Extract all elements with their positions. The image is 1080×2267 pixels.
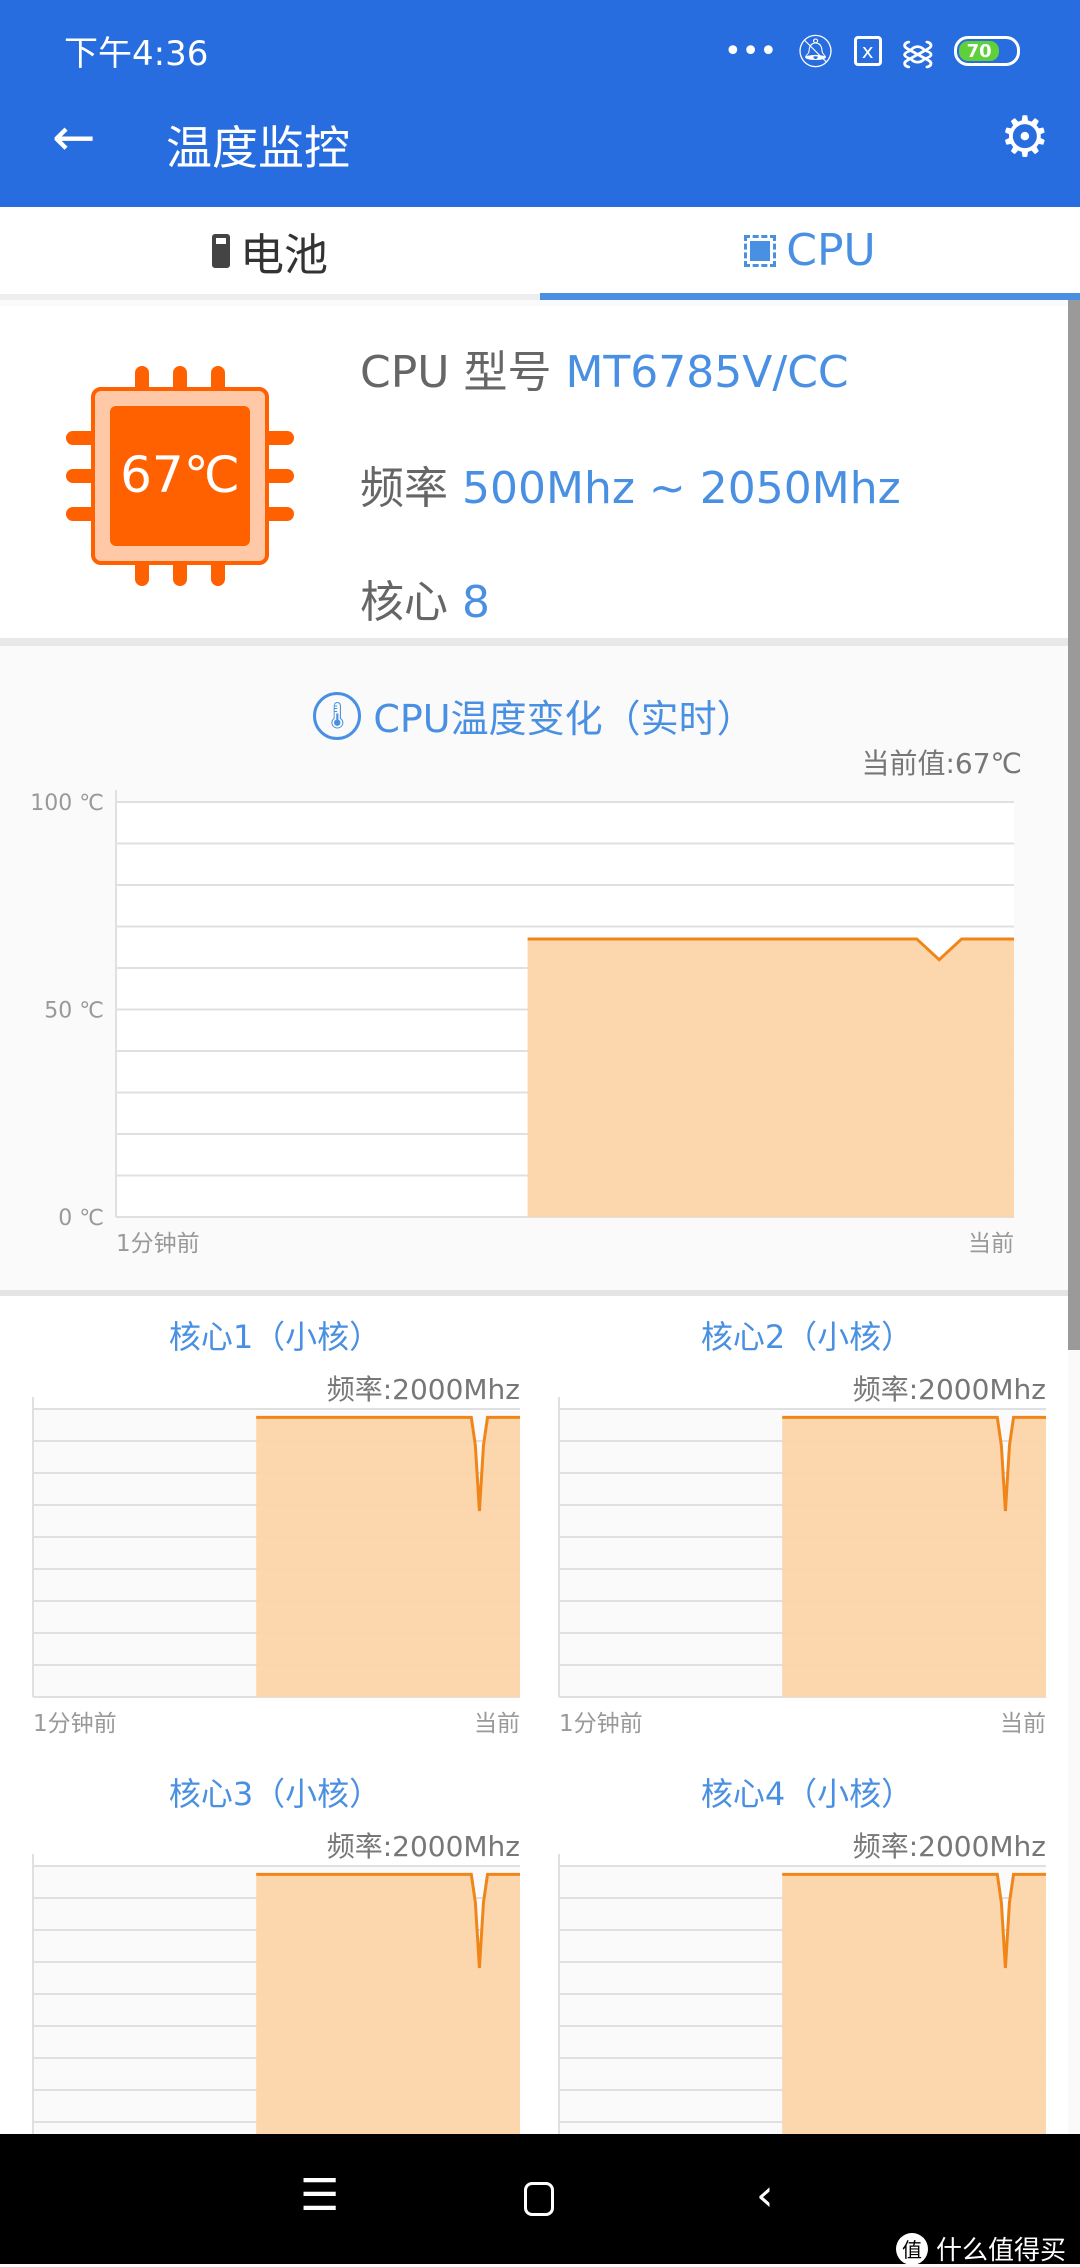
x-label-end: 当前 [474, 1711, 520, 1737]
core-chart-svg: 1分钟前 当前 [558, 1397, 1046, 1737]
x-label-start: 1分钟前 [33, 1711, 117, 1737]
area-fill [527, 938, 1014, 1217]
cpu-freq-label: 频率 [360, 463, 448, 514]
divider [0, 638, 1068, 646]
home-icon[interactable] [524, 2182, 554, 2216]
x-label-start: 1分钟前 [559, 1711, 643, 1737]
back-icon[interactable]: ‹ [756, 2170, 774, 2221]
battery-icon: 70 [954, 36, 1020, 66]
back-arrow-icon[interactable]: ← [52, 112, 96, 164]
cpu-temp-badge: 67℃ [120, 446, 240, 504]
cpu-info-card: 67℃ CPU 型号 MT6785V/CC 频率 500Mhz ~ 2050Mhz … [0, 306, 1068, 638]
core-chart-svg: 1分钟前 当前 [32, 1397, 520, 1737]
scrollbar[interactable] [1068, 300, 1080, 1350]
cpu-freq-value: 500Mhz ~ 2050Mhz [462, 463, 901, 514]
cpu-cores-label: 核心 [360, 577, 448, 628]
tab-bar: 电池 CPU [0, 207, 1080, 300]
thermometer-icon: 🌡︎ [313, 691, 362, 740]
app-bar: 下午4:36 ••• 🔕︎ x ᯼ 70 ← 温度监控 ⚙ [0, 0, 1080, 207]
status-time: 下午4:36 [64, 34, 209, 74]
nav-bar: ☰ ‹ 值什么值得买 [0, 2134, 1080, 2267]
y-tick-label: 50 ℃ [44, 999, 104, 1024]
watermark-logo-icon: 值 [895, 2232, 928, 2265]
chart-title-text: CPU温度变化（实时） [373, 697, 755, 741]
battery-level: 70 [959, 41, 1000, 62]
bell-off-icon: 🔕︎ [795, 32, 836, 70]
sim-off-icon: x [853, 36, 882, 66]
watermark-text: 什么值得买 [935, 2236, 1066, 2266]
chart-title: 🌡︎ CPU温度变化（实时） [0, 688, 1068, 743]
x-label-start: 1分钟前 [116, 1231, 200, 1257]
cpu-cores-row: 核心 8 [360, 566, 490, 630]
status-icons: ••• 🔕︎ x ᯼ 70 [724, 28, 1020, 74]
tab-cpu[interactable]: CPU [540, 207, 1080, 300]
tab-battery-label: 电池 [240, 229, 328, 281]
cpu-temp-chart: 100 ℃ 50 ℃ 0 ℃ 1分钟前 当前 [30, 790, 1014, 1257]
wifi-icon: ᯼ [899, 33, 936, 73]
tab-battery[interactable]: 电池 [0, 207, 540, 294]
x-label-end: 当前 [1000, 1711, 1046, 1737]
cpu-model-value: MT6785V/CC [565, 347, 849, 398]
chip-icon [744, 234, 777, 267]
tab-cpu-label: CPU [786, 225, 876, 276]
gear-icon[interactable]: ⚙ [1000, 110, 1050, 166]
cpu-model-row: CPU 型号 MT6785V/CC [360, 336, 849, 400]
watermark: 值什么值得买 [895, 2230, 1066, 2267]
cpu-cores-value: 8 [462, 577, 490, 628]
y-tick-label: 0 ℃ [58, 1206, 104, 1231]
cpu-freq-row: 频率 500Mhz ~ 2050Mhz [360, 452, 901, 516]
more-icon: ••• [724, 33, 778, 69]
cpu-model-label: CPU 型号 [360, 347, 552, 398]
page-title: 温度监控 [166, 121, 350, 175]
battery-icon [212, 233, 230, 268]
menu-icon[interactable]: ☰ [300, 2170, 339, 2221]
x-label-end: 当前 [968, 1231, 1014, 1257]
core-chart-2: 核心2（小核） 频率:2000Mhz 1分钟前 当前 [526, 1296, 1068, 1756]
core-chart-1: 核心1（小核） 频率:2000Mhz 1分钟前 当前 [0, 1296, 542, 1756]
y-tick-label: 100 ℃ [30, 791, 104, 816]
